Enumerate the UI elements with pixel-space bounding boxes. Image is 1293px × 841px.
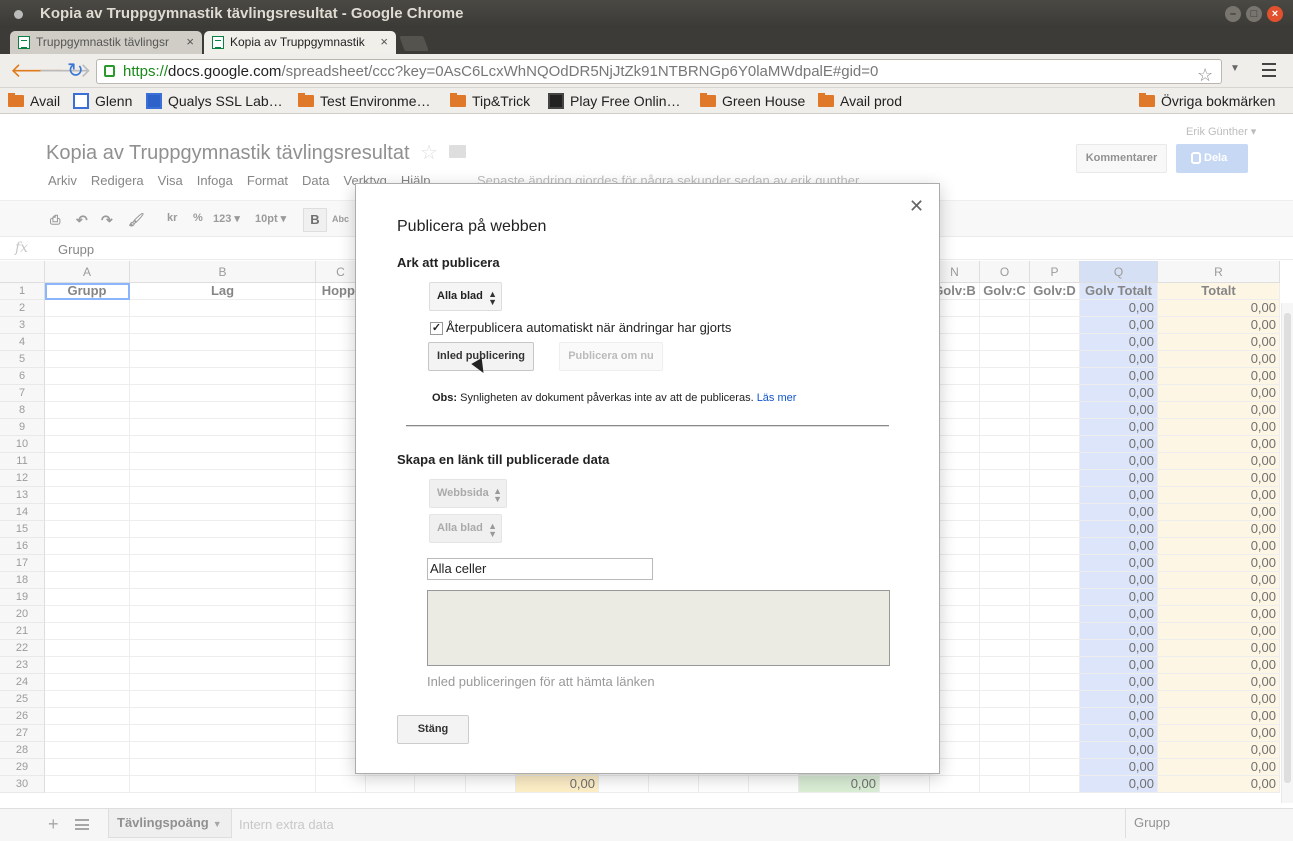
bookmark-label: Övriga bokmärken [1161,93,1276,109]
minimize-icon[interactable]: – [1225,6,1241,22]
lock-icon [104,65,115,77]
bookmark-star-icon[interactable]: ☆ [1197,64,1213,87]
url-scheme: https:// [123,63,169,80]
bookmarks-bar: Avail Glenn Qualys SSL Lab… Test Environ… [0,88,1293,114]
page-icon [73,93,89,109]
note-body: Synligheten av dokument påverkas inte av… [457,392,757,404]
section-heading: Skapa en länk till publicerade data [397,452,610,467]
tab-strip: Truppgymnastik tävlingsr × Kopia av Trup… [0,28,1293,54]
section-heading: Ark att publicera [397,255,500,270]
select-value: Alla blad [437,522,483,534]
bookmark-label: Play Free Onlin… [570,93,681,109]
reload-icon[interactable]: ↻ [67,60,84,82]
bookmark-avail-prod[interactable]: Avail prod [818,92,902,110]
sheets-icon [212,36,224,49]
folder-icon [700,93,716,107]
url-path: /spreadsheet/ccc?key=0AsC6LcxWhNQOdDR5Nj… [281,63,879,80]
learn-more-link[interactable]: Läs mer [757,392,797,404]
url-host: docs.google.com [168,63,282,80]
bookmark-label: Tip&Trick [472,93,531,109]
auto-republish-checkbox[interactable]: ✓ [430,322,443,335]
maximize-icon[interactable]: □ [1246,6,1262,22]
bookmark-tip-trick[interactable]: Tip&Trick [450,92,530,110]
divider [406,425,889,427]
bookmark-glenn[interactable]: Glenn [73,92,132,110]
republish-now-button[interactable]: Publicera om nu [559,342,663,371]
window-title: Kopia av Truppgymnastik tävlingsresultat… [40,5,464,22]
updown-icon: ▲ ▼ [488,521,497,539]
publish-dialog: ✕ Publicera på webben Ark att publicera … [355,183,940,774]
tab-label: Truppgymnastik tävlingsr [36,35,169,49]
bookmark-green-house[interactable]: Green House [700,92,805,110]
qualys-icon [146,93,162,109]
browser-tab[interactable]: Truppgymnastik tävlingsr × [10,31,202,54]
menu-icon[interactable] [1262,63,1276,77]
bookmark-test-environment[interactable]: Test Environme… [298,92,430,110]
new-tab-button[interactable] [399,36,429,51]
dialog-title: Publicera på webben [397,218,547,235]
folder-icon [298,93,314,107]
bookmark-qualys[interactable]: Qualys SSL Lab… [146,92,283,110]
close-icon[interactable]: × [1267,6,1283,22]
browser-tab-active[interactable]: Kopia av Truppgymnastik × [204,31,396,54]
bookmark-label: Avail [30,93,61,109]
folder-icon [1139,93,1155,107]
sheets-icon [18,36,30,49]
address-bar[interactable]: https://docs.google.com/spreadsheet/ccc?… [96,59,1222,87]
sheets-select[interactable]: Alla blad ▲ ▼ [429,282,502,311]
tab-label: Kopia av Truppgymnastik [230,35,365,49]
updown-icon: ▲ ▼ [493,486,502,504]
browser-toolbar: 🡐 🡒 ↻ https://docs.google.com/spreadshee… [0,54,1293,88]
link-textarea[interactable] [427,590,890,666]
sheet-select[interactable]: Alla blad ▲ ▼ [429,514,502,543]
bookmark-avail[interactable]: Avail [8,92,60,110]
note-label: Obs: [432,392,458,404]
dropdown-icon[interactable]: ▼ [1230,63,1240,74]
bookmark-label: Test Environme… [320,93,431,109]
folder-icon [450,93,466,107]
auto-republish-label: Återpublicera automatiskt när ändringar … [446,320,732,335]
app-menu-icon[interactable] [14,10,23,19]
bookmark-label: Qualys SSL Lab… [168,93,283,109]
tab-close-icon[interactable]: × [186,31,194,53]
select-value: Webbsida [437,487,489,499]
bookmark-other[interactable]: Övriga bokmärken [1139,92,1275,110]
game-icon [548,93,564,109]
close-icon[interactable]: ✕ [909,196,924,217]
bookmark-label: Glenn [95,93,133,109]
bookmark-label: Green House [722,93,806,109]
updown-icon: ▲ ▼ [488,289,497,307]
note-text: Obs: Synligheten av dokument påverkas in… [432,392,796,404]
cell-range-input[interactable]: Alla celler [427,558,653,580]
link-hint: Inled publiceringen för att hämta länken [427,674,655,689]
folder-icon [8,93,24,107]
bookmark-label: Avail prod [840,93,903,109]
close-button[interactable]: Stäng [397,715,469,744]
bookmark-play-free[interactable]: Play Free Onlin… [548,92,680,110]
format-select[interactable]: Webbsida ▲ ▼ [429,479,507,508]
select-value: Alla blad [437,290,483,302]
window-title-bar: Kopia av Truppgymnastik tävlingsresultat… [0,0,1293,28]
tab-close-icon[interactable]: × [380,31,388,53]
folder-icon [818,93,834,107]
